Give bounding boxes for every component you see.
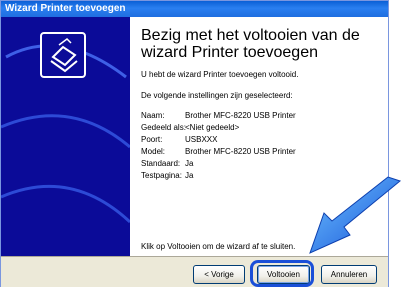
cancel-button[interactable]: Annuleren [321,265,377,284]
wizard-content: Bezig met het voltooien van de wizard Pr… [130,17,388,256]
finish-instruction-text: Klik op Voltooien om de wizard af te slu… [141,242,296,251]
setting-value: Brother MFC-8220 USB Printer [185,147,296,156]
setting-value: Ja [185,171,194,180]
settings-intro-text: De volgende instellingen zijn geselectee… [141,91,293,100]
button-bar: < Vorige Voltooien Annuleren [1,256,388,287]
setting-row: Gedeeld als: <Niet gedeeld> [141,122,296,134]
setting-value: USBXXX [185,135,218,144]
setting-label: Model: [141,147,166,156]
setting-label: Standaard: [141,159,181,168]
printer-wizard-icon [1,17,130,256]
setting-row: Poort: USBXXX [141,134,296,146]
wizard-side-panel [1,17,130,256]
setting-row: Standaard: Ja [141,158,296,170]
setting-value: Brother MFC-8220 USB Printer [185,111,296,120]
settings-list: Naam: Brother MFC-8220 USB Printer Gedee… [141,110,296,182]
wizard-window: Wizard Printer toevoegen Bezig met het v… [0,0,389,287]
wizard-heading: Bezig met het voltooien van de wizard Pr… [141,27,360,61]
setting-row: Naam: Brother MFC-8220 USB Printer [141,110,296,122]
setting-label: Gedeeld als: [141,123,186,132]
window-title: Wizard Printer toevoegen [1,1,388,17]
setting-label: Poort: [141,135,163,144]
setting-row: Model: Brother MFC-8220 USB Printer [141,146,296,158]
screenshot-stage: Wizard Printer toevoegen Bezig met het v… [0,0,403,291]
back-button[interactable]: < Vorige [193,265,245,284]
finish-button[interactable]: Voltooien [257,265,310,284]
setting-row: Testpagina: Ja [141,170,296,182]
setting-value: <Niet gedeeld> [185,123,240,132]
setting-label: Testpagina: [141,171,182,180]
intro-text: U hebt de wizard Printer toevoegen volto… [141,70,299,79]
setting-label: Naam: [141,111,165,120]
setting-value: Ja [185,159,194,168]
